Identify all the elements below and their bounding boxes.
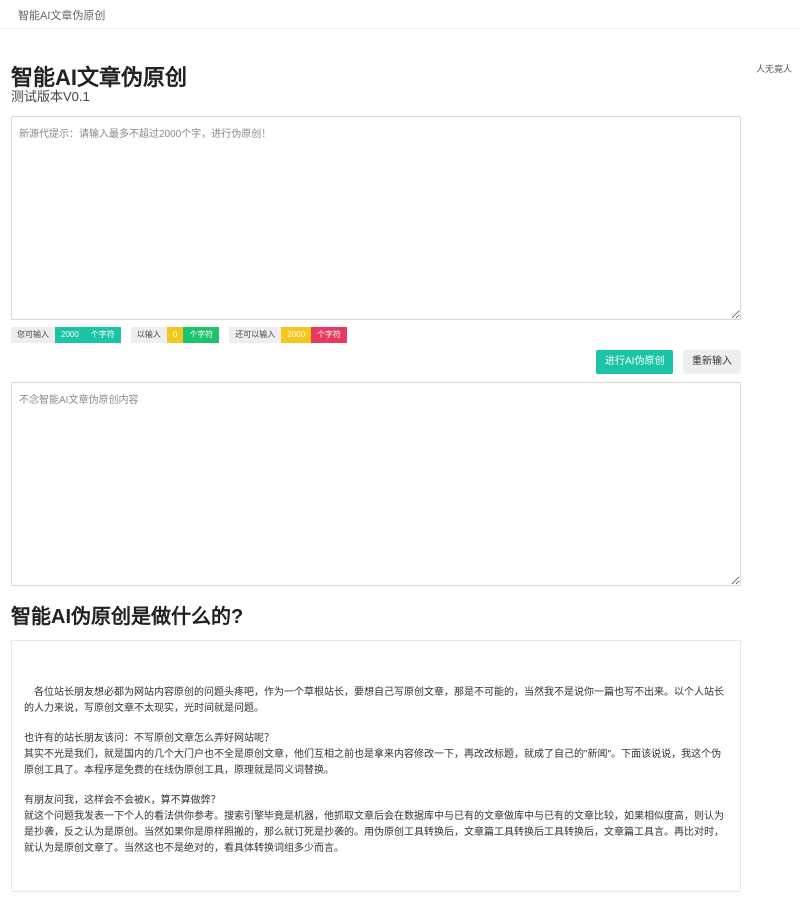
article-content: 各位站长朋友想必都为网站内容原创的问题头疼吧，作为一个草根站长，要想自己写原创文…: [11, 640, 741, 892]
article-paragraph: 就这个问题我发表一下个人的看法供你参考。搜索引擎毕竟是机器，他抓取文章后会在数据…: [24, 811, 724, 854]
counter-remaining: 还可以输入 2000 个字符: [229, 327, 348, 343]
counter-unit: 个字符: [311, 327, 348, 343]
counter-available: 您可输入 2000 个字符: [11, 327, 121, 343]
section-title: 智能AI伪原创是做什么的?: [11, 606, 244, 628]
article-paragraph: 有朋友问我，这样会不会被K，算不算做弊？: [24, 795, 221, 806]
nav-brand-link[interactable]: 智能AI文章伪原创: [18, 7, 105, 23]
counter-value: 0: [166, 327, 184, 343]
counter-label: 您可输入: [11, 327, 55, 343]
reset-input-button[interactable]: 重新输入: [683, 350, 741, 374]
rewritten-output[interactable]: [11, 382, 741, 586]
page-subtitle: 测试版本V0.1: [11, 89, 90, 104]
article-paragraph: 也许有的站长朋友该问：不写原创文章怎么弄好网站呢？: [24, 733, 274, 744]
counter-unit: 个字符: [183, 327, 220, 343]
counter-value: 2000: [55, 327, 85, 343]
ai-rewrite-button[interactable]: 进行AI伪原创: [596, 350, 674, 374]
article-paragraph: 各位站长朋友想必都为网站内容原创的问题头疼吧，作为一个草根站长，要想自己写原创文…: [24, 687, 724, 714]
counter-label: 还可以输入: [229, 327, 282, 343]
counter-entered: 以输入 0 个字符: [130, 327, 220, 343]
counter-label: 以输入: [130, 327, 167, 343]
top-nav-bar: 智能AI文章伪原创: [0, 0, 800, 29]
counter-value: 2000: [281, 327, 312, 343]
side-note: 人无竟人: [756, 64, 793, 74]
character-counters: 您可输入 2000 个字符 以输入 0 个字符 还可以输入 2000 个字符: [11, 327, 348, 343]
article-paragraph: 其实不光是我们，就是国内的几个大门户也不全是原创文章，他们互相之前也是拿来内容修…: [24, 749, 722, 776]
source-text-input[interactable]: [11, 116, 741, 320]
counter-unit: 个字符: [84, 327, 121, 343]
